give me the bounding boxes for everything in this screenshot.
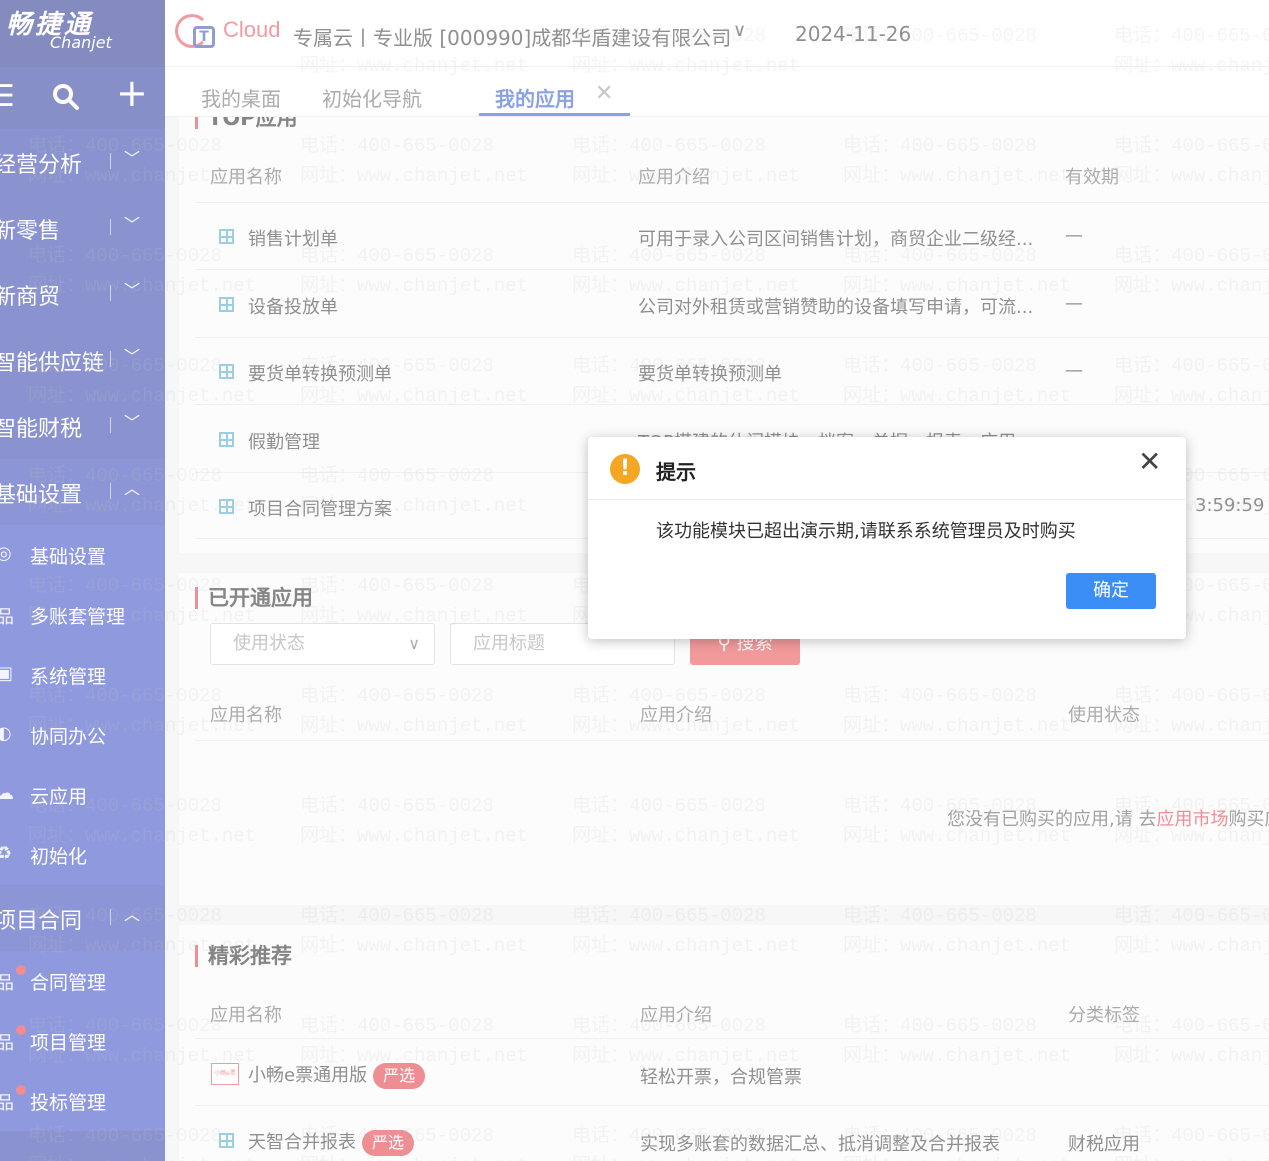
close-icon[interactable]: ✕ (1138, 447, 1161, 477)
prompt-dialog: ! 提示 ✕ 该功能模块已超出演示期,请联系系统管理员及时购买 确定 (588, 437, 1186, 639)
dialog-message: 该功能模块已超出演示期,请联系系统管理员及时购买 (656, 521, 1076, 542)
divider (588, 499, 1186, 500)
confirm-button[interactable]: 确定 (1066, 573, 1156, 609)
warning-icon: ! (610, 454, 640, 484)
dialog-title: 提示 (656, 460, 696, 484)
